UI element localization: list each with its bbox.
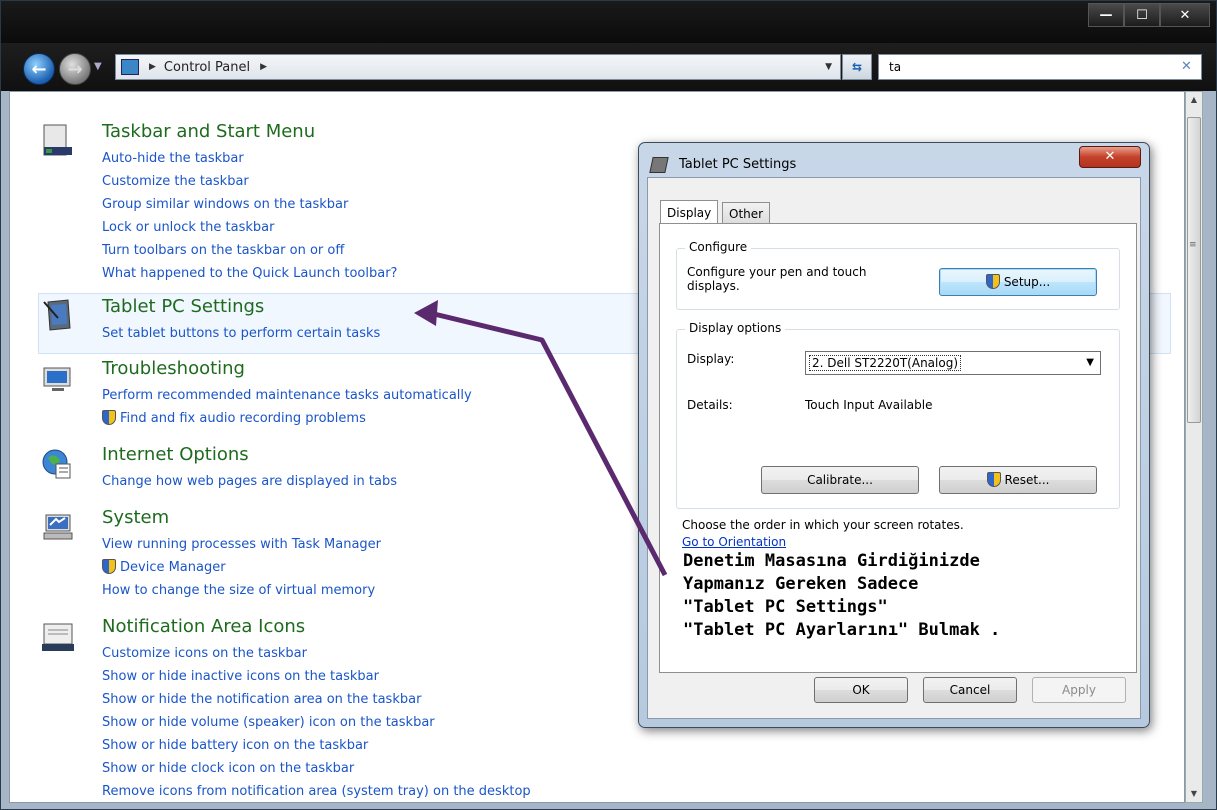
system-icon [43,514,73,540]
tab-other[interactable]: Other [722,202,771,224]
configure-legend: Configure [685,240,752,254]
annotation-note: Denetim Masasına Girdiğinizde Yapmanız G… [683,550,1000,642]
link-item[interactable]: Find and fix audio recording problems [102,407,472,430]
title-bar[interactable]: — ☐ ✕ [1,1,1216,43]
notification-area-icon [42,623,74,651]
chevron-down-icon[interactable]: ▼ [1086,352,1094,374]
tablet-pc-icon [43,299,71,331]
calibrate-button[interactable]: Calibrate... [761,466,919,494]
breadcrumb-separator-icon[interactable]: ▶ [149,62,156,72]
display-select[interactable]: 2. Dell ST2220T(Analog) ▼ [805,351,1101,375]
cancel-button[interactable]: Cancel [923,677,1017,703]
address-bar[interactable]: ▶ Control Panel ▶ ▼ [115,54,841,80]
uac-shield-icon [985,274,1000,289]
group-title[interactable]: Troubleshooting [102,358,245,379]
details-label: Details: [687,398,733,412]
scrollbar-thumb[interactable] [1187,117,1201,423]
uac-shield-icon [102,410,116,425]
group-title[interactable]: Notification Area Icons [102,616,305,637]
group-title[interactable]: Tablet PC Settings [102,296,264,317]
link-item[interactable]: Remove icons from notification area (sys… [102,780,531,802]
maximize-button[interactable]: ☐ [1124,3,1160,27]
breadcrumb[interactable]: Control Panel [164,60,250,75]
configure-text-1: Configure your pen and touch [687,265,867,279]
display-options-legend: Display options [685,321,786,335]
back-button[interactable]: ← [23,53,55,85]
go-to-orientation-link[interactable]: Go to Orientation [682,535,786,549]
clear-search-icon[interactable]: ✕ [1181,59,1192,74]
scrollbar-grip-icon: ≡ [1189,240,1197,250]
annotation-line: Denetim Masasına Girdiğinizde [683,551,980,571]
setup-button[interactable]: Setup... [939,268,1097,296]
recent-pages-dropdown-icon[interactable]: ▼ [94,61,102,72]
link-item[interactable]: Show or hide inactive icons on the taskb… [102,665,531,688]
link-item[interactable]: Show or hide volume (speaker) icon on th… [102,711,531,734]
configure-text-2: displays. [687,279,740,293]
troubleshooting-icon [43,367,71,391]
close-button[interactable]: ✕ [1160,3,1210,27]
address-dropdown-icon[interactable]: ▼ [825,62,832,72]
scroll-down-icon[interactable]: ▼ [1186,786,1202,802]
minimize-button[interactable]: — [1088,3,1124,27]
forward-button[interactable]: → [59,53,91,85]
annotation-line: "Tablet PC Settings" [683,597,888,617]
link-item[interactable]: How to change the size of virtual memory [102,579,381,602]
display-label: Display: [687,352,735,366]
link-item[interactable]: Change how web pages are displayed in ta… [102,470,397,493]
dialog-close-button[interactable]: ✕ [1079,146,1141,168]
ok-button[interactable]: OK [814,677,908,703]
control-panel-icon [121,59,139,75]
link-item[interactable]: Group similar windows on the taskbar [102,193,397,216]
tab-display[interactable]: Display [660,200,719,224]
link-item[interactable]: Auto-hide the taskbar [102,147,397,170]
link-item[interactable]: Show or hide clock icon on the taskbar [102,757,531,780]
configure-group: Configure Configure your pen and touch d… [676,240,1120,310]
tablet-pc-icon [649,157,669,173]
link-item[interactable]: What happened to the Quick Launch toolba… [102,262,397,285]
link-item[interactable]: Device Manager [102,556,381,579]
uac-shield-icon [102,559,116,574]
orientation-text: Choose the order in which your screen ro… [682,518,964,532]
vertical-scrollbar[interactable]: ▲ ≡ ▼ [1185,91,1203,803]
link-item[interactable]: Show or hide battery icon on the taskbar [102,734,531,757]
link-item[interactable]: Turn toolbars on the taskbar on or off [102,239,397,262]
link-item[interactable]: Set tablet buttons to perform certain ta… [102,322,380,345]
search-input[interactable] [878,54,1202,80]
internet-options-icon [42,449,71,479]
annotation-line: "Tablet PC Ayarlarını" Bulmak . [683,620,1001,640]
annotation-line: Yapmanız Gereken Sadece [683,574,919,594]
tablet-pc-settings-dialog: Tablet PC Settings ✕ Display Other Confi… [638,142,1150,728]
breadcrumb-separator-icon[interactable]: ▶ [260,62,267,72]
link-item[interactable]: Customize the taskbar [102,170,397,193]
group-title[interactable]: Taskbar and Start Menu [102,121,315,142]
group-title[interactable]: System [102,507,169,528]
details-value: Touch Input Available [805,398,933,412]
reset-button[interactable]: Reset... [939,466,1097,494]
link-item[interactable]: View running processes with Task Manager [102,533,381,556]
refresh-button[interactable]: ⇆ [842,54,872,80]
taskbar-icon [43,124,72,156]
dialog-title: Tablet PC Settings [679,157,797,172]
group-title[interactable]: Internet Options [102,444,249,465]
uac-shield-icon [986,472,1001,487]
link-item[interactable]: Perform recommended maintenance tasks au… [102,384,472,407]
scroll-up-icon[interactable]: ▲ [1186,92,1202,108]
link-item[interactable]: Customize icons on the taskbar [102,642,531,665]
link-item[interactable]: Lock or unlock the taskbar [102,216,397,239]
navigation-bar: ← → ▼ ▶ Control Panel ▶ ▼ ⇆ ✕ [1,43,1216,91]
apply-button[interactable]: Apply [1032,677,1126,703]
display-options-group: Display options Display: 2. Dell ST2220T… [676,321,1120,509]
link-item[interactable]: Show or hide the notification area on th… [102,688,531,711]
